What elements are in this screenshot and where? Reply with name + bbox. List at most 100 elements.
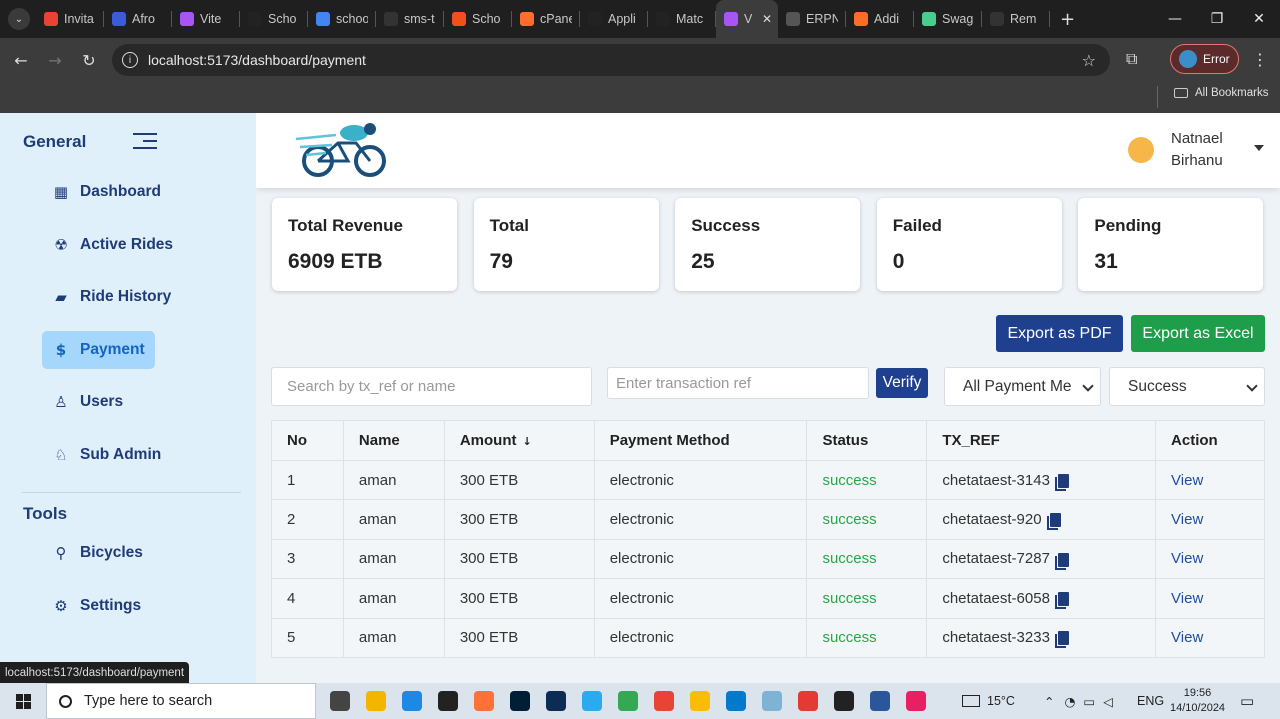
bookmark-star-icon[interactable]: ☆ bbox=[1082, 51, 1096, 70]
app-icon bbox=[588, 12, 602, 26]
taskbar-app[interactable] bbox=[754, 687, 790, 715]
bookmarks-divider bbox=[1157, 86, 1158, 108]
address-bar[interactable]: i localhost:5173/dashboard/payment ☆ bbox=[112, 44, 1110, 76]
view-link[interactable]: View bbox=[1171, 629, 1203, 646]
avatar[interactable] bbox=[1128, 137, 1154, 163]
show-hidden-icon[interactable]: ⌃ bbox=[1044, 694, 1054, 709]
maximize-icon[interactable]: ❐ bbox=[1196, 0, 1238, 38]
start-button[interactable] bbox=[0, 693, 46, 709]
taskbar-app[interactable] bbox=[358, 687, 394, 715]
taskbar-app[interactable] bbox=[682, 687, 718, 715]
browser-tab[interactable]: sms-t bbox=[376, 0, 444, 38]
sidebar-item-ride-history[interactable]: ▰ Ride History bbox=[42, 278, 181, 316]
taskbar-app[interactable] bbox=[322, 687, 358, 715]
forward-icon[interactable]: → bbox=[38, 51, 72, 70]
taskbar-app[interactable] bbox=[430, 687, 466, 715]
sidebar-item-active-rides[interactable]: ☢ Active Rides bbox=[42, 226, 183, 264]
cell-tx-ref: chetataest-3233 bbox=[926, 617, 1157, 658]
browser-tab[interactable]: Addi bbox=[846, 0, 914, 38]
browser-tab[interactable]: Scho bbox=[444, 0, 512, 38]
wifi-icon[interactable]: ◔ bbox=[1064, 694, 1075, 709]
view-link[interactable]: View bbox=[1171, 472, 1203, 489]
copy-icon[interactable] bbox=[1054, 591, 1069, 609]
browser-tab[interactable]: V ✕ bbox=[716, 0, 778, 38]
notifications-icon[interactable]: ▭ bbox=[1240, 683, 1254, 719]
sort-arrow-icon[interactable]: ↓ bbox=[522, 435, 531, 448]
sidebar-item-payment[interactable]: $ Payment bbox=[42, 330, 155, 369]
taskbar-app[interactable] bbox=[646, 687, 682, 715]
taskbar-search[interactable]: Type here to search bbox=[46, 683, 316, 719]
language-indicator[interactable]: ENG bbox=[1137, 683, 1164, 719]
column-header-label: Payment Method bbox=[609, 432, 730, 449]
browser-tab[interactable]: Scho bbox=[240, 0, 308, 38]
back-icon[interactable]: ← bbox=[4, 51, 38, 70]
taskbar-app[interactable] bbox=[610, 687, 646, 715]
browser-tab[interactable]: Invita bbox=[36, 0, 104, 38]
taskbar-app[interactable] bbox=[394, 687, 430, 715]
affinity-icon bbox=[438, 691, 458, 711]
sidebar-item-settings[interactable]: ⚙ Settings bbox=[42, 587, 151, 625]
battery-icon[interactable]: ▭ bbox=[1083, 694, 1095, 709]
user-name[interactable]: Natnael Birhanu bbox=[1171, 128, 1251, 172]
tx-ref-input[interactable]: Enter transaction ref bbox=[607, 367, 869, 399]
sidebar-item-dashboard[interactable]: ▦ Dashboard bbox=[42, 173, 171, 211]
extensions-icon[interactable]: ⧉ bbox=[1126, 49, 1137, 69]
user-menu-caret-icon[interactable] bbox=[1254, 145, 1264, 151]
view-link[interactable]: View bbox=[1171, 590, 1203, 607]
taskbar-app[interactable] bbox=[466, 687, 502, 715]
cell-method: electronic bbox=[593, 617, 808, 658]
browser-tab[interactable]: ERPN bbox=[778, 0, 846, 38]
browser-tab[interactable]: cPane bbox=[512, 0, 580, 38]
volume-icon[interactable]: ◁ bbox=[1103, 694, 1113, 709]
sidebar-item-bicycles[interactable]: ⚲ Bicycles bbox=[42, 534, 153, 572]
more-menu-icon[interactable]: ⋮ bbox=[1252, 50, 1268, 69]
reload-icon[interactable]: ↻ bbox=[72, 51, 106, 70]
minimize-icon[interactable]: — bbox=[1154, 0, 1196, 38]
weather-widget[interactable]: 15°C bbox=[962, 683, 1015, 719]
telegram-icon bbox=[582, 691, 602, 711]
taskbar-app[interactable] bbox=[502, 687, 538, 715]
browser-tab[interactable]: Matc bbox=[648, 0, 716, 38]
sidebar-item-sub-admin[interactable]: ♘ Sub Admin bbox=[42, 436, 171, 474]
taskbar-app[interactable] bbox=[790, 687, 826, 715]
copy-icon[interactable] bbox=[1054, 631, 1069, 649]
copy-icon[interactable] bbox=[1054, 473, 1069, 491]
taskbar-app[interactable] bbox=[718, 687, 754, 715]
site-info-icon[interactable]: i bbox=[122, 52, 138, 68]
browser-tab[interactable]: Vite bbox=[172, 0, 240, 38]
payment-method-select[interactable]: All Payment Me bbox=[944, 367, 1101, 406]
tray-icons[interactable]: ⌃ ◔ ▭ ◁ bbox=[1044, 683, 1113, 719]
verify-button[interactable]: Verify bbox=[876, 368, 928, 398]
close-tab-icon[interactable]: ✕ bbox=[762, 12, 772, 26]
view-link[interactable]: View bbox=[1171, 511, 1203, 528]
sidebar-item-users[interactable]: ♙ Users bbox=[42, 383, 133, 421]
close-window-icon[interactable]: ✕ bbox=[1238, 0, 1280, 38]
taskbar-app[interactable] bbox=[826, 687, 862, 715]
taskbar-app[interactable] bbox=[862, 687, 898, 715]
profile-error-button[interactable]: Error bbox=[1170, 44, 1239, 74]
browser-tab[interactable]: Afro bbox=[104, 0, 172, 38]
stat-value: 79 bbox=[489, 250, 513, 273]
taskbar-app[interactable] bbox=[538, 687, 574, 715]
search-input[interactable]: Search by tx_ref or name bbox=[271, 367, 592, 406]
export-pdf-button[interactable]: Export as PDF bbox=[996, 315, 1123, 352]
tab-search-icon[interactable]: ⌄ bbox=[8, 8, 30, 30]
view-link[interactable]: View bbox=[1171, 550, 1203, 567]
column-header[interactable]: Amount ↓ bbox=[443, 420, 595, 461]
taskbar-app[interactable] bbox=[574, 687, 610, 715]
browser-tab[interactable]: schoo bbox=[308, 0, 376, 38]
stat-value: 25 bbox=[691, 250, 715, 273]
new-tab-icon[interactable]: + bbox=[1060, 9, 1075, 30]
cell-amount: 300 ETB bbox=[443, 499, 595, 540]
status-select[interactable]: Success bbox=[1109, 367, 1265, 406]
browser-tab[interactable]: Rem bbox=[982, 0, 1050, 38]
copy-icon[interactable] bbox=[1046, 513, 1061, 531]
all-bookmarks-button[interactable]: All Bookmarks bbox=[1174, 87, 1269, 99]
clock[interactable]: 19:56 14/10/2024 bbox=[1170, 683, 1225, 719]
taskbar-app[interactable] bbox=[898, 687, 934, 715]
browser-tab[interactable]: Appli bbox=[580, 0, 648, 38]
browser-tab[interactable]: Swag bbox=[914, 0, 982, 38]
copy-icon[interactable] bbox=[1054, 552, 1069, 570]
collapse-menu-icon[interactable] bbox=[133, 133, 157, 151]
export-excel-button[interactable]: Export as Excel bbox=[1131, 315, 1265, 352]
